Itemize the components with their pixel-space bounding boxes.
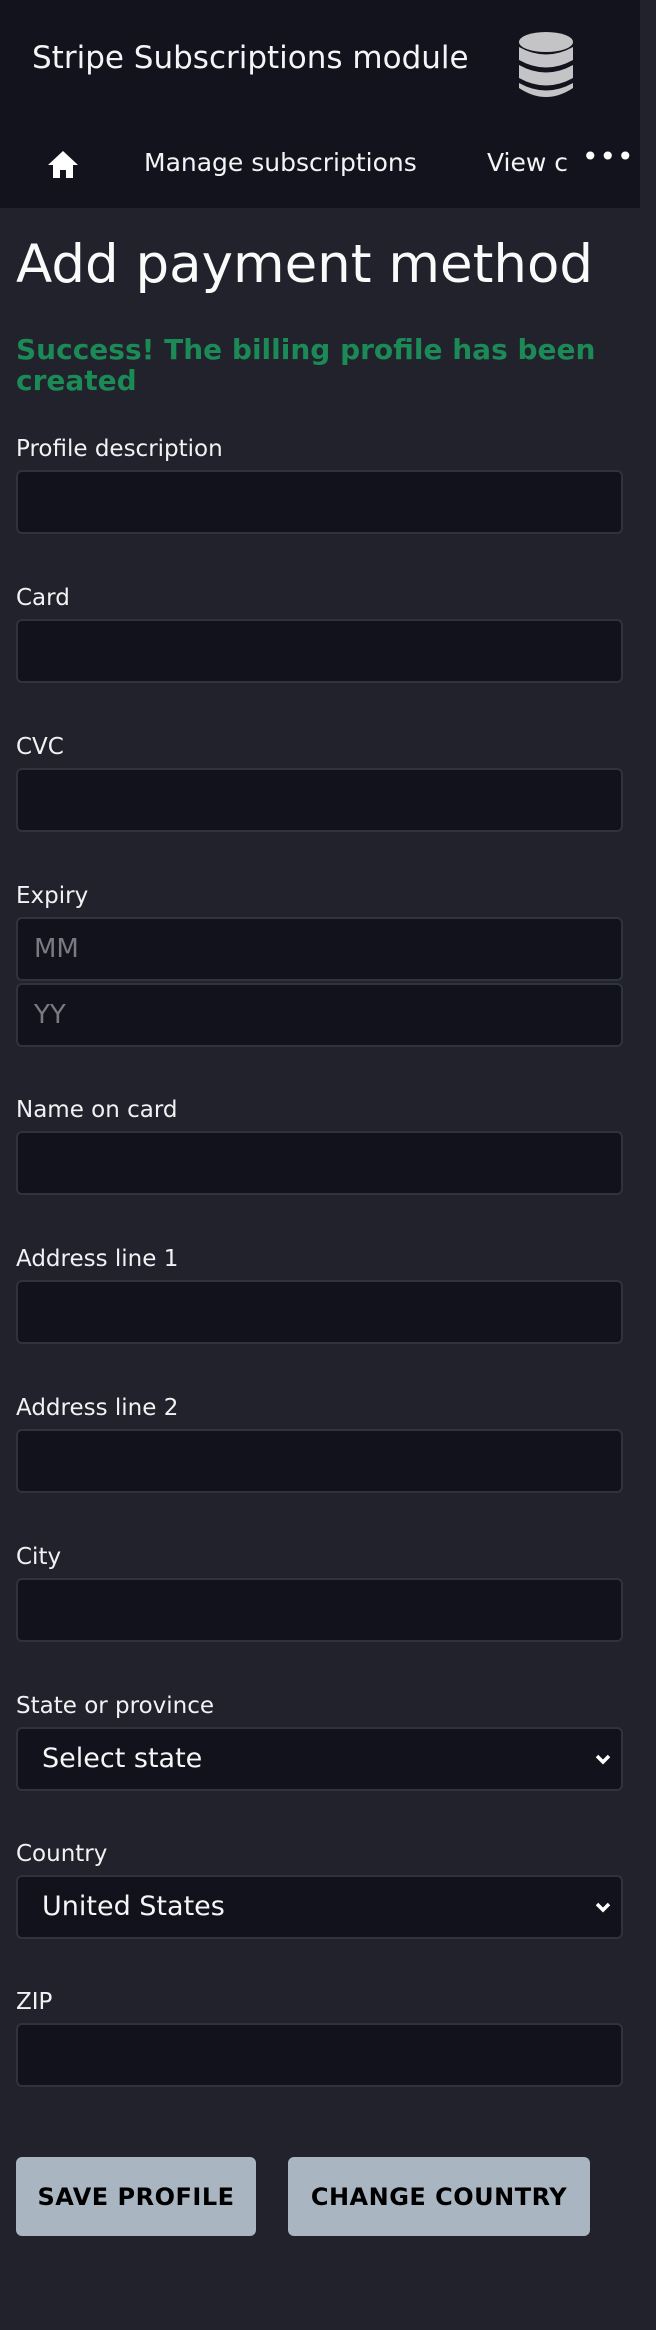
country-selected-value: United States [42,1891,225,1922]
cvc-label: CVC [16,734,64,760]
cvc-input[interactable] [16,768,623,832]
home-icon[interactable] [46,149,80,179]
address2-input[interactable] [16,1429,623,1493]
city-label: City [16,1544,62,1570]
expiry-year-input[interactable] [16,983,623,1047]
main-nav: Manage subscriptions View c ••• [0,140,640,190]
app-title[interactable]: Stripe Subscriptions module [32,40,469,76]
card-label: Card [16,585,70,611]
address1-label: Address line 1 [16,1246,179,1272]
expiry-month-input[interactable] [16,917,623,981]
country-label: Country [16,1841,108,1867]
zip-input[interactable] [16,2023,623,2087]
expiry-label: Expiry [16,883,89,909]
payment-form: Profile description Card CVC Expiry Name… [16,436,623,2138]
profile-description-label: Profile description [16,436,223,462]
nav-view[interactable]: View c [487,148,571,177]
state-selected-value: Select state [42,1743,203,1774]
change-country-button[interactable]: CHANGE COUNTRY [288,2157,590,2236]
city-input[interactable] [16,1578,623,1642]
state-select[interactable]: Select state [16,1727,623,1791]
profile-description-input[interactable] [16,470,623,534]
address1-input[interactable] [16,1280,623,1344]
country-select[interactable]: United States [16,1875,623,1939]
save-profile-button[interactable]: SAVE PROFILE [16,2157,256,2236]
zip-label: ZIP [16,1989,53,2015]
card-input[interactable] [16,619,623,683]
database-icon [519,32,573,97]
more-icon[interactable]: ••• [582,140,635,173]
nav-manage-subscriptions[interactable]: Manage subscriptions [144,148,417,177]
name-on-card-input[interactable] [16,1131,623,1195]
chevron-down-icon [595,1754,611,1765]
state-label: State or province [16,1693,215,1719]
address2-label: Address line 2 [16,1395,179,1421]
name-on-card-label: Name on card [16,1097,178,1123]
app-header: Stripe Subscriptions module Manage subsc… [0,0,640,208]
page-title: Add payment method [16,234,594,295]
success-message: Success! The billing profile has been cr… [16,333,596,397]
chevron-down-icon [595,1902,611,1913]
